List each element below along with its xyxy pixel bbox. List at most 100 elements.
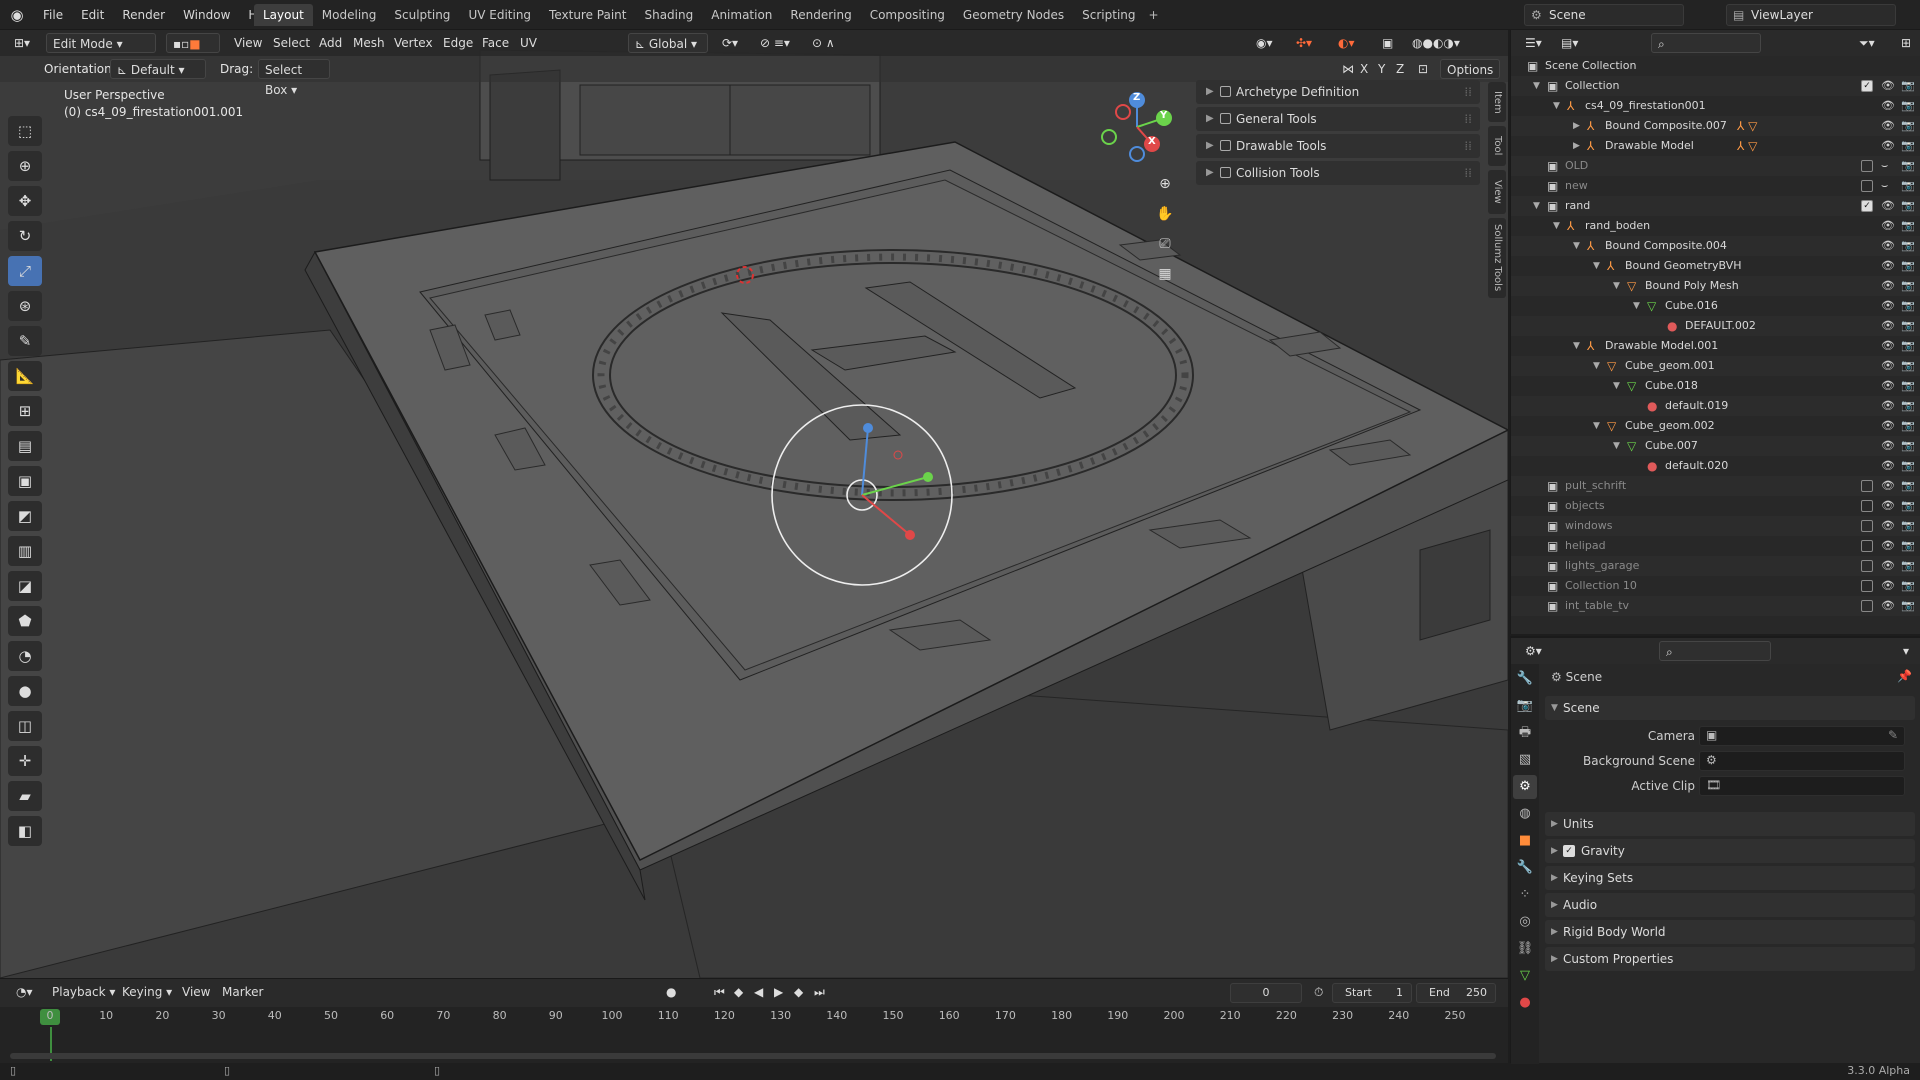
next-keyframe-icon[interactable]: ◆ — [788, 982, 809, 1002]
exclude-checkbox[interactable] — [1861, 560, 1873, 572]
menu-timeline-view[interactable]: View — [176, 982, 216, 1002]
outliner-row[interactable]: ▼ ▽ Cube.018 👁 📷 — [1511, 376, 1920, 396]
options-dropdown[interactable]: Options ▾ — [1440, 59, 1500, 97]
section-scene[interactable]: ▼ Scene — [1545, 696, 1915, 720]
mirror-z-toggle[interactable]: Z — [1390, 59, 1410, 79]
visibility-eye-icon[interactable]: 👁 — [1881, 336, 1895, 356]
gravity-checkbox[interactable]: ✓ — [1563, 845, 1575, 857]
background-scene-field[interactable]: ⚙ — [1699, 751, 1905, 771]
gizmo-y-label[interactable]: Y — [1160, 110, 1167, 121]
active-clip-field[interactable]: 🎞 — [1699, 776, 1905, 796]
transform-orientation-dropdown[interactable]: ⊾ Global ▾ — [628, 33, 708, 53]
shear-icon[interactable]: ▰ — [8, 781, 42, 811]
filter-icon[interactable]: ⏷▾ — [1853, 33, 1881, 53]
outliner-row[interactable]: ▼ ⅄ Bound GeometryBVH 👁 📷 — [1511, 256, 1920, 276]
exclude-checkbox[interactable] — [1861, 480, 1873, 492]
visibility-eye-icon[interactable]: 👁 — [1881, 196, 1895, 216]
outliner-row[interactable]: ▼ ▽ Bound Poly Mesh 👁 📷 — [1511, 276, 1920, 296]
timeline-ruler[interactable]: 0 10 20 30 40 50 60 70 80 90 100 110 120 130 140 150 160… — [0, 1007, 1508, 1027]
clock-icon[interactable]: ⏱ — [1308, 982, 1329, 1002]
panel-drawable-tools[interactable]: ▶ Drawable Tools ⁞⁞ — [1196, 134, 1480, 158]
mesh-data-tab-icon[interactable]: ▽ — [1513, 964, 1537, 988]
visibility-icon[interactable]: ◉▾ — [1250, 33, 1279, 53]
section-audio[interactable]: ▶ Audio — [1545, 893, 1915, 917]
menu-uv[interactable]: UV — [520, 33, 537, 53]
visibility-eye-icon[interactable]: 👁 — [1881, 456, 1895, 476]
scale-icon[interactable]: ⤢ — [8, 256, 42, 286]
world-tab-icon[interactable]: ◍ — [1513, 802, 1537, 826]
render-camera-icon[interactable]: 📷 — [1901, 516, 1915, 536]
outliner-editor-icon[interactable]: ☰▾ — [1519, 33, 1548, 53]
collapse-arrow-icon[interactable]: ▼ — [1533, 76, 1540, 96]
collapse-arrow-icon[interactable]: ▼ — [1633, 296, 1640, 316]
menu-vertex[interactable]: Vertex — [394, 33, 433, 53]
outliner-row[interactable]: ▼ ⅄ Drawable Model.001 👁 📷 — [1511, 336, 1920, 356]
smooth-icon[interactable]: ● — [8, 676, 42, 706]
add-workspace-icon[interactable]: + — [1145, 4, 1163, 26]
panel-collision-tools[interactable]: ▶ Collision Tools ⁞⁞ — [1196, 161, 1480, 185]
menu-edit[interactable]: Edit — [72, 0, 113, 30]
output-tab-icon[interactable]: 🖶 — [1513, 721, 1537, 745]
visibility-eye-icon[interactable]: 👁 — [1881, 576, 1895, 596]
select-mode-buttons[interactable]: ▪▫■ — [166, 33, 220, 53]
mirror-y-toggle[interactable]: Y — [1372, 59, 1391, 79]
visibility-eye-icon[interactable]: 👁 — [1881, 376, 1895, 396]
render-camera-icon[interactable]: 📷 — [1901, 436, 1915, 456]
modifier-tab-icon[interactable]: 🔧 — [1513, 856, 1537, 880]
new-collection-icon[interactable]: ⊞ — [1895, 33, 1917, 53]
start-frame-field[interactable]: Start 1 — [1332, 983, 1412, 1003]
section-custom-properties[interactable]: ▶ Custom Properties — [1545, 947, 1915, 971]
render-camera-icon[interactable]: 📷 — [1901, 96, 1915, 116]
exclude-checkbox[interactable] — [1861, 520, 1873, 532]
timeline[interactable]: ◔▾ Playback ▾ Keying ▾ View Marker ● ⏮ ◆… — [0, 978, 1508, 1063]
menu-add[interactable]: Add — [319, 33, 342, 53]
inset-icon[interactable]: ▣ — [8, 466, 42, 496]
render-camera-icon[interactable]: 📷 — [1901, 116, 1915, 136]
render-camera-icon[interactable]: 📷 — [1901, 376, 1915, 396]
sidebar-tab-tool[interactable]: Tool — [1488, 126, 1506, 166]
section-keying-sets[interactable]: ▶ Keying Sets — [1545, 866, 1915, 890]
render-camera-icon[interactable]: 📷 — [1901, 136, 1915, 156]
grid-view-icon[interactable]: ▦ — [1153, 262, 1177, 286]
physics-tab-icon[interactable]: ◎ — [1513, 910, 1537, 934]
render-camera-icon[interactable]: 📷 — [1901, 456, 1915, 476]
render-camera-icon[interactable]: 📷 — [1901, 576, 1915, 596]
tab-texture-paint[interactable]: Texture Paint — [540, 4, 635, 26]
collapse-arrow-icon[interactable]: ▼ — [1613, 276, 1620, 296]
sidebar-tab-sollumz-tools[interactable]: Sollumz Tools — [1488, 218, 1506, 298]
camera-field[interactable]: ▣ ✎ — [1699, 726, 1905, 746]
proportional-edit-icon[interactable]: ⊙ ∧ — [806, 33, 841, 53]
camera-view-icon[interactable]: ⎚ — [1153, 232, 1177, 256]
render-camera-icon[interactable]: 📷 — [1901, 236, 1915, 256]
menu-keying[interactable]: Keying ▾ — [116, 982, 178, 1002]
tool-tab-icon[interactable]: 🔧 — [1513, 667, 1537, 691]
drag-dropdown[interactable]: Select Box ▾ — [258, 59, 330, 97]
tab-modeling[interactable]: Modeling — [313, 4, 386, 26]
scene-tab-icon[interactable]: ⚙ — [1513, 775, 1537, 799]
render-camera-icon[interactable]: 📷 — [1901, 396, 1915, 416]
outliner-row[interactable]: ▣ lights_garage 👁 📷 — [1511, 556, 1920, 576]
render-camera-icon[interactable]: 📷 — [1901, 76, 1915, 96]
collapse-arrow-icon[interactable]: ▼ — [1593, 256, 1600, 276]
sidebar-tab-view[interactable]: View — [1488, 170, 1506, 214]
menu-window[interactable]: Window — [174, 0, 239, 30]
exclude-checkbox[interactable] — [1861, 500, 1873, 512]
outliner-row[interactable]: ▣ int_table_tv 👁 📷 — [1511, 596, 1920, 616]
outliner-row[interactable]: ● default.019 👁 📷 — [1511, 396, 1920, 416]
tab-compositing[interactable]: Compositing — [861, 4, 954, 26]
object-tab-icon[interactable]: ■ — [1513, 829, 1537, 853]
eyedropper-icon[interactable]: ✎ — [1888, 728, 1898, 742]
menu-mesh[interactable]: Mesh — [353, 33, 385, 53]
collapse-arrow-icon[interactable]: ▼ — [1533, 196, 1540, 216]
shrink-fatten-icon[interactable]: ✛ — [8, 746, 42, 776]
outliner-row[interactable]: ▣ Collection 10 👁 📷 — [1511, 576, 1920, 596]
outliner-row[interactable]: ● default.020 👁 📷 — [1511, 456, 1920, 476]
render-camera-icon[interactable]: 📷 — [1901, 336, 1915, 356]
render-camera-icon[interactable]: 📷 — [1901, 276, 1915, 296]
pin-icon[interactable]: 📌 — [1891, 666, 1918, 686]
collapse-arrow-icon[interactable]: ▼ — [1593, 356, 1600, 376]
overlay-toggle-icon[interactable]: ◐▾ — [1332, 33, 1361, 53]
visibility-eye-icon[interactable]: 👁 — [1881, 216, 1895, 236]
zoom-icon[interactable]: ⊕ — [1153, 172, 1177, 196]
visibility-eye-icon[interactable]: 👁 — [1881, 96, 1895, 116]
